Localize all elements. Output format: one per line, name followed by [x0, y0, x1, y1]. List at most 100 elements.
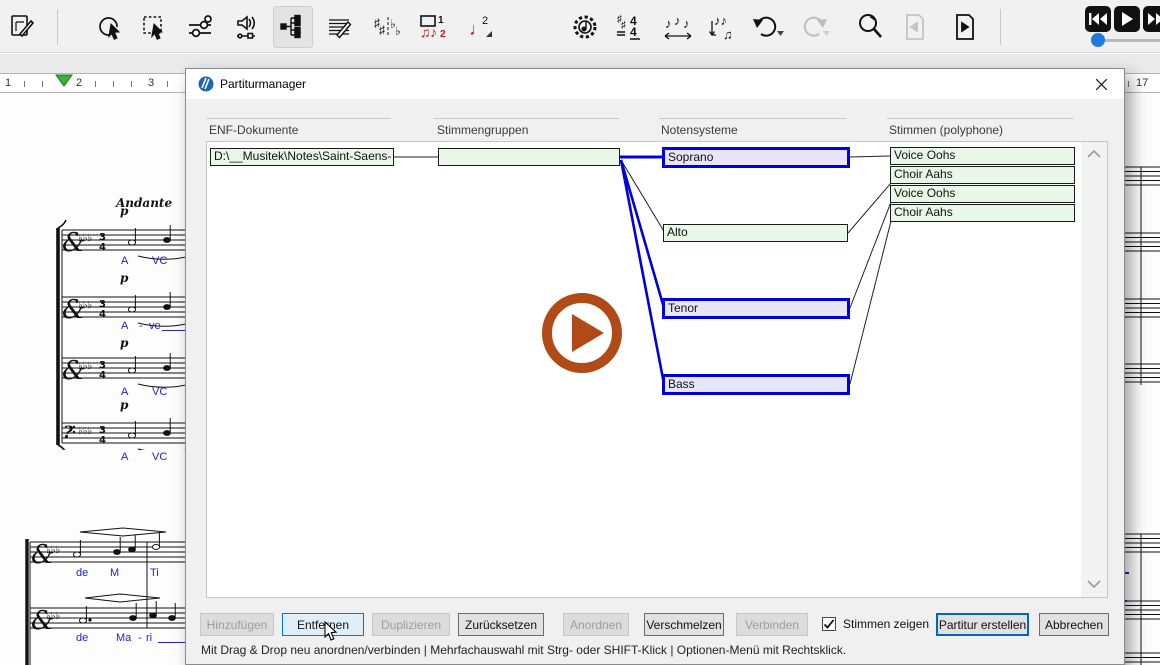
- application-window: ♯ ♯ ♭ ♭ ♫ ♪ 1 2 ♩ 2: [0, 0, 1160, 665]
- page-setup-icon[interactable]: [2, 6, 42, 48]
- app-logo-icon: [198, 76, 214, 92]
- lyric: A: [121, 320, 128, 332]
- system-node-tenor[interactable]: Tenor: [662, 298, 850, 319]
- previous-page-icon[interactable]: [895, 6, 935, 48]
- dialog-titlebar[interactable]: Partiturmanager: [186, 69, 1124, 99]
- staff-system-2: & & ♭♭♭ ♭♭♭: [20, 527, 186, 665]
- next-page-icon[interactable]: [945, 6, 985, 48]
- svg-text:♭♭♭: ♭♭♭: [46, 611, 60, 622]
- scroll-down-icon[interactable]: [1087, 580, 1101, 588]
- system-node-bass[interactable]: Bass: [662, 374, 850, 395]
- voice-node[interactable]: Voice Oohs: [890, 147, 1075, 165]
- ruler-mark: 2: [76, 77, 82, 89]
- svg-text:4: 4: [99, 370, 106, 381]
- lyric-extension: [162, 330, 186, 331]
- system-node-alto[interactable]: Alto: [663, 224, 848, 242]
- voice-group-node[interactable]: [438, 148, 620, 166]
- main-toolbar: ♯ ♯ ♭ ♭ ♫ ♪ 1 2 ♩ 2: [0, 0, 1160, 53]
- playback-settings-icon[interactable]: [565, 6, 605, 48]
- ruler-position-marker[interactable]: [55, 74, 75, 88]
- show-voices-label: Stimmen zeigen: [843, 617, 929, 631]
- column-rule: [887, 118, 1074, 119]
- checkmark-icon: [823, 618, 835, 630]
- svg-text:♭♭♭: ♭♭♭: [78, 426, 92, 437]
- voice-numbers-icon[interactable]: ♫ ♪ 1 2: [413, 6, 453, 48]
- mouse-cursor: [324, 621, 338, 642]
- lyric: de: [76, 567, 88, 579]
- remove-button[interactable]: Entfernen: [282, 613, 364, 636]
- svg-text:1: 1: [438, 15, 444, 26]
- lyric: M: [110, 567, 119, 579]
- play-icon[interactable]: [1114, 6, 1140, 32]
- lyric: ri: [146, 632, 152, 644]
- dialog-status-text: Mit Drag & Drop neu anordnen/verbinden |…: [201, 643, 846, 657]
- add-button[interactable]: Hinzufügen: [200, 613, 274, 636]
- column-header-documents: ENF-Dokumente: [209, 123, 298, 137]
- svg-text:♭♭♭: ♭♭♭: [78, 361, 92, 372]
- note-duration-icon[interactable]: ♩ 2: [460, 6, 500, 48]
- voice-node[interactable]: Voice Oohs: [890, 185, 1075, 203]
- svg-text:♪: ♪: [683, 16, 690, 31]
- close-icon[interactable]: [1086, 73, 1116, 95]
- lyric: de: [76, 632, 88, 644]
- score-graph-canvas: D:\__Musitek\Notes\Saint-Saens- Soprano …: [206, 141, 1108, 598]
- svg-text:♪: ♪: [430, 24, 437, 40]
- connect-button[interactable]: Verbinden: [736, 613, 808, 636]
- svg-text:♭♭♭: ♭♭♭: [46, 545, 60, 556]
- zoom-icon[interactable]: [850, 6, 890, 48]
- accidentals-icon[interactable]: ♯ ♯ ♭ ♭: [368, 6, 408, 48]
- duplicate-button[interactable]: Duplizieren: [372, 613, 450, 636]
- svg-text:♭♭♭: ♭♭♭: [78, 233, 92, 244]
- preview-play-button[interactable]: [537, 288, 627, 378]
- show-voices-checkbox[interactable]: [822, 617, 836, 631]
- document-node[interactable]: D:\__Musitek\Notes\Saint-Saens-: [210, 148, 394, 166]
- svg-text:4: 4: [99, 242, 106, 253]
- svg-text:♭♭♭: ♭♭♭: [78, 300, 92, 311]
- toolbar-separator: [57, 9, 58, 45]
- voice-node[interactable]: Choir Aahs: [890, 166, 1075, 184]
- scroll-up-icon[interactable]: [1087, 150, 1101, 158]
- staff-edit-icon[interactable]: [320, 6, 360, 48]
- create-score-button[interactable]: Partitur erstellen: [936, 613, 1029, 636]
- lasso-select-icon[interactable]: [90, 6, 130, 48]
- lyric: ve: [149, 320, 161, 332]
- svg-text:♪: ♪: [665, 16, 672, 31]
- key-time-signature-icon[interactable]: ♯ ♯ 4 4: [610, 6, 650, 48]
- svg-text:♫: ♫: [723, 27, 733, 42]
- undo-icon[interactable]: [747, 6, 787, 48]
- voice-node[interactable]: Choir Aahs: [890, 204, 1075, 222]
- ruler-mark: 1: [5, 77, 11, 89]
- horizontal-ruler: 1 2 3: [0, 73, 186, 93]
- svg-text:♪♪: ♪♪: [714, 13, 727, 28]
- score-fragment-right: [1120, 160, 1160, 665]
- lyric: VC: [152, 255, 167, 267]
- arrange-button[interactable]: Anordnen: [563, 613, 629, 636]
- toolbar-separator: [1000, 9, 1001, 45]
- dialog-title: Partiturmanager: [220, 77, 306, 91]
- lyric: -: [139, 320, 143, 332]
- lyric: -: [138, 632, 142, 644]
- playback-mixer-icon[interactable]: [227, 6, 267, 48]
- next-part-icon[interactable]: [1143, 6, 1160, 32]
- ruler-mark: 17: [1136, 77, 1148, 89]
- column-rule: [659, 118, 846, 119]
- score-structure-icon[interactable]: [273, 6, 313, 48]
- redo-icon[interactable]: [793, 6, 833, 48]
- vertical-spacing-icon[interactable]: ♪♪ ♫: [703, 6, 743, 48]
- horizontal-spacing-icon[interactable]: ♪ ♪ ♪: [658, 6, 698, 48]
- svg-text:?: ?: [63, 423, 74, 443]
- svg-text:♯: ♯: [379, 23, 385, 37]
- marquee-select-icon[interactable]: [135, 6, 175, 48]
- rewind-icon[interactable]: [1085, 6, 1111, 32]
- canvas-scrollbar[interactable]: [1081, 142, 1107, 597]
- lyric-extension: [158, 642, 186, 643]
- system-node-soprano[interactable]: Soprano: [662, 147, 850, 168]
- playback-slider-handle[interactable]: [1091, 33, 1105, 47]
- cancel-button[interactable]: Abbrechen: [1039, 613, 1109, 636]
- column-rule: [206, 118, 391, 119]
- svg-text:♪: ♪: [674, 13, 681, 28]
- properties-icon[interactable]: [180, 6, 220, 48]
- merge-button[interactable]: Verschmelzen: [644, 613, 724, 636]
- reset-button[interactable]: Zurücksetzen: [458, 613, 544, 636]
- lyric: A: [121, 386, 128, 398]
